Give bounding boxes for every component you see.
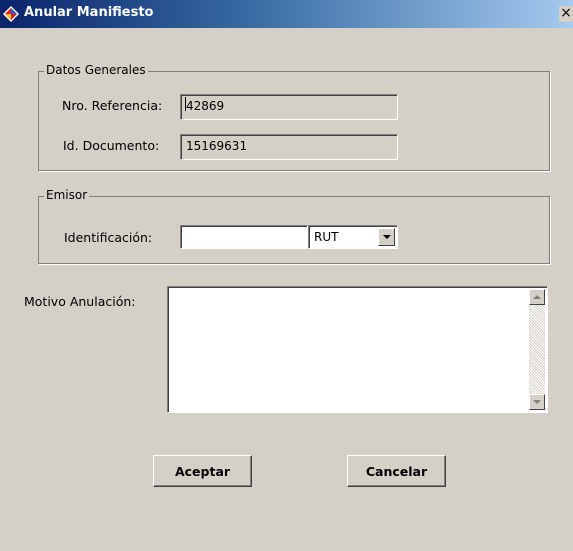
close-icon: ×: [560, 5, 572, 21]
nro-referencia-field[interactable]: 42869: [180, 94, 398, 120]
identificacion-label: Identificación:: [64, 230, 153, 245]
tipo-identificacion-value: RUT: [314, 230, 339, 244]
nro-referencia-label: Nro. Referencia:: [62, 98, 163, 113]
anular-manifiesto-dialog: Anular Manifiesto × Datos Generales Nro.…: [0, 0, 573, 551]
cancelar-button[interactable]: Cancelar: [347, 455, 446, 487]
scroll-up-button[interactable]: [529, 289, 545, 305]
motivo-anulacion-textarea[interactable]: [167, 286, 548, 413]
id-documento-field[interactable]: 15169631: [180, 134, 398, 160]
cancelar-label: Cancelar: [365, 464, 428, 479]
arrow-up-icon: [533, 295, 541, 299]
dropdown-button[interactable]: [378, 228, 395, 246]
vertical-scrollbar[interactable]: [529, 289, 545, 410]
arrow-down-icon: [533, 400, 541, 404]
text-cursor: [185, 97, 186, 111]
window-title: Anular Manifiesto: [24, 5, 154, 20]
tipo-identificacion-select[interactable]: RUT: [308, 225, 398, 249]
motivo-anulacion-label: Motivo Anulación:: [24, 294, 136, 309]
chevron-down-icon: [383, 235, 391, 239]
aceptar-label: Aceptar: [174, 464, 231, 479]
scroll-down-button[interactable]: [529, 394, 545, 410]
close-button[interactable]: ×: [559, 6, 573, 22]
title-bar[interactable]: Anular Manifiesto ×: [0, 0, 573, 28]
identificacion-input[interactable]: [180, 225, 308, 249]
id-documento-label: Id. Documento:: [63, 138, 160, 153]
app-diamond-icon: [3, 6, 19, 22]
emisor-legend: Emisor: [44, 188, 90, 202]
nro-referencia-value: 42869: [186, 99, 225, 113]
id-documento-value: 15169631: [186, 139, 248, 153]
datos-generales-legend: Datos Generales: [44, 63, 148, 77]
aceptar-button[interactable]: Aceptar: [153, 455, 252, 487]
